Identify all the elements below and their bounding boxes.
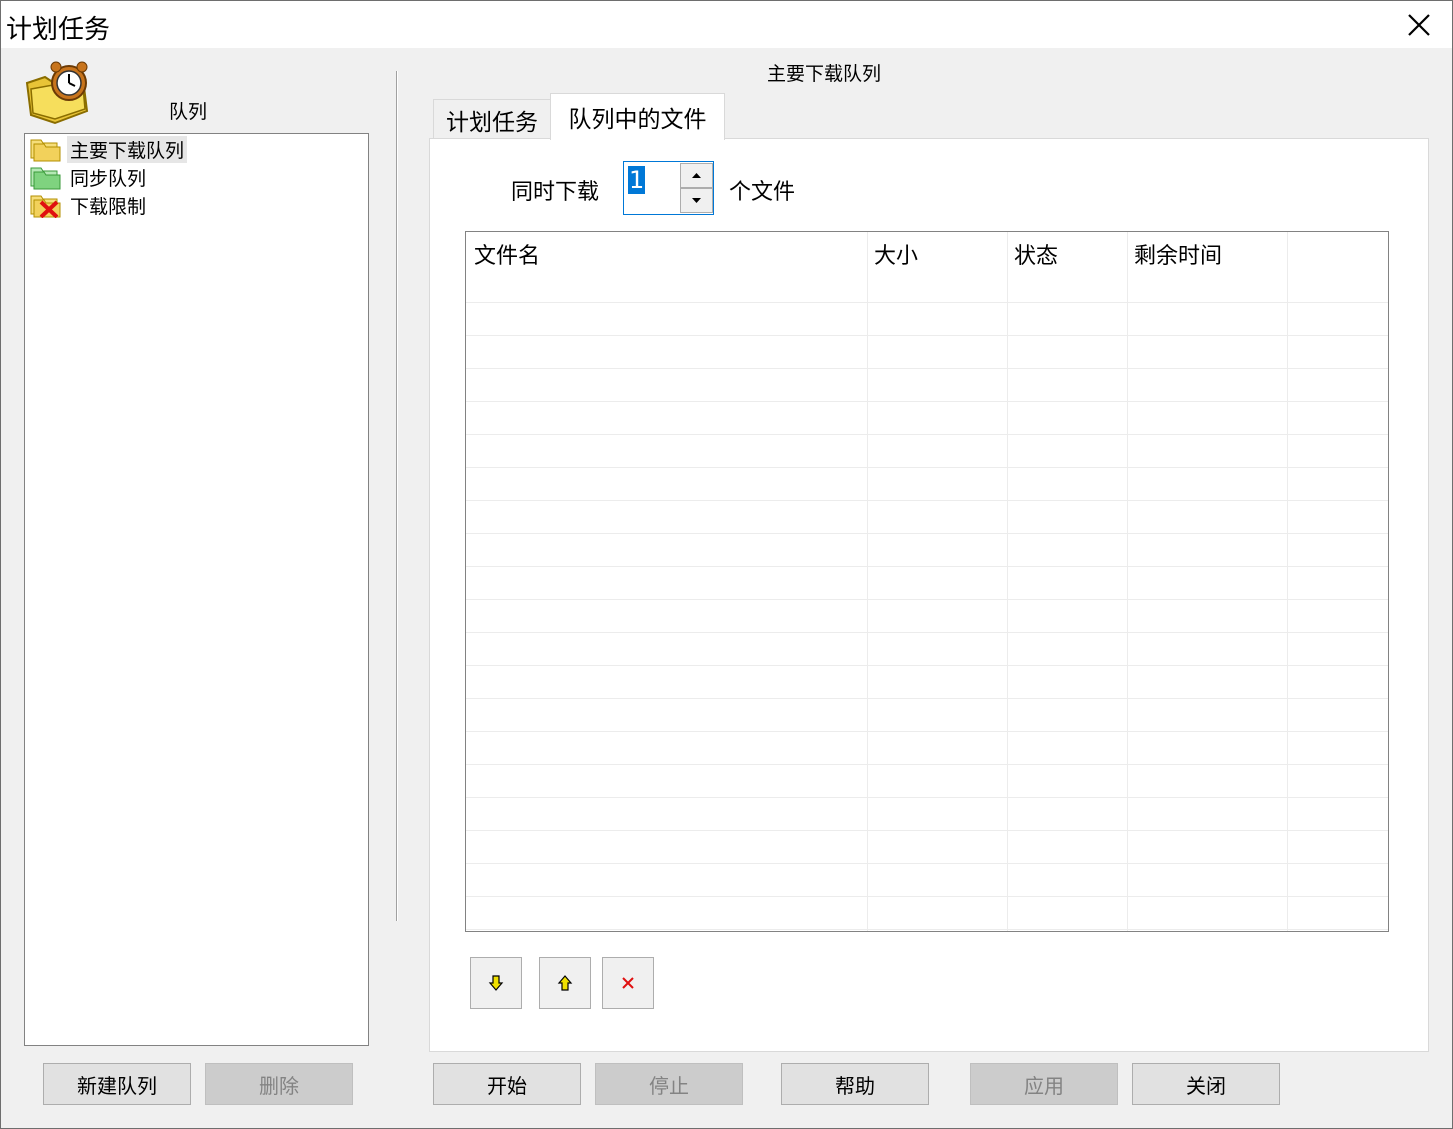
row-gridline [466,665,1388,666]
concurrent-downloads-label: 同时下载 [511,180,600,205]
column-divider [867,232,868,931]
arrow-down-icon [692,198,701,203]
close-icon[interactable] [1399,7,1439,43]
spin-up-button[interactable] [680,163,713,188]
tree-item-download-limit[interactable]: 下载限制 [29,192,149,219]
remove-file-button[interactable] [602,957,654,1009]
window-title: 计划任务 [6,15,111,45]
row-gridline [466,500,1388,501]
row-gridline [466,764,1388,765]
row-gridline [466,533,1388,534]
row-gridline [466,929,1388,930]
help-button[interactable]: 帮助 [781,1063,929,1105]
column-divider [1127,232,1128,931]
panel-divider [396,71,398,921]
green-folder-icon [29,164,61,190]
tree-item-main-queue[interactable]: 主要下载队列 [29,135,188,163]
new-queue-button[interactable]: 新建队列 [43,1063,191,1105]
move-down-button[interactable] [470,957,522,1009]
apply-button[interactable]: 应用 [970,1063,1118,1105]
stop-button[interactable]: 停止 [595,1063,743,1105]
column-header-size[interactable]: 大小 [874,238,918,270]
spin-down-button[interactable] [680,188,713,213]
concurrent-downloads-value[interactable]: 1 [628,166,646,194]
column-divider [1287,232,1288,931]
column-header-remaining[interactable]: 剩余时间 [1134,238,1222,270]
start-button[interactable]: 开始 [433,1063,581,1105]
delete-queue-button[interactable]: 删除 [205,1063,353,1105]
concurrent-downloads-stepper[interactable]: 1 [623,161,714,215]
delete-icon [622,977,634,989]
row-gridline [466,434,1388,435]
row-gridline [466,467,1388,468]
tree-item-label: 主要下载队列 [67,135,188,163]
tree-item-label: 同步队列 [70,167,147,190]
row-gridline [466,731,1388,732]
column-header-status[interactable]: 状态 [1014,238,1058,270]
file-list[interactable]: 文件名 大小 状态 剩余时间 [465,231,1389,932]
files-unit-label: 个文件 [729,180,796,205]
row-gridline [466,896,1388,897]
tab-schedule[interactable]: 计划任务 [433,99,551,139]
move-up-button[interactable] [539,957,591,1009]
row-gridline [466,401,1388,402]
arrow-up-icon [692,173,701,178]
tree-item-label: 下载限制 [70,195,147,218]
row-gridline [466,797,1388,798]
row-gridline [466,863,1388,864]
row-gridline [466,698,1388,699]
column-header-filename[interactable]: 文件名 [474,238,540,270]
close-button[interactable]: 关闭 [1132,1063,1280,1105]
scheduler-clock-icon [23,61,93,127]
row-gridline [466,302,1388,303]
title-bar: 计划任务 [1,1,1452,48]
column-divider [1007,232,1008,931]
queue-label: 队列 [169,101,208,123]
row-gridline [466,632,1388,633]
row-gridline [466,566,1388,567]
row-gridline [466,830,1388,831]
row-gridline [466,335,1388,336]
red-x-folder-icon [29,192,61,219]
move-down-icon [488,975,504,991]
move-up-icon [557,975,573,991]
queue-tree[interactable]: 主要下载队列 同步队列 下载限制 [24,133,369,1046]
row-gridline [466,368,1388,369]
yellow-folder-icon [29,136,61,162]
selected-queue-heading: 主要下载队列 [767,63,882,85]
tree-item-sync-queue[interactable]: 同步队列 [29,164,149,190]
tab-files-in-queue[interactable]: 队列中的文件 [550,93,725,140]
row-gridline [466,599,1388,600]
scheduler-dialog: 计划任务 队列 主要下载队列 同步队列 下载限制 主要下载队列 计划任务 队列中… [0,0,1453,1129]
